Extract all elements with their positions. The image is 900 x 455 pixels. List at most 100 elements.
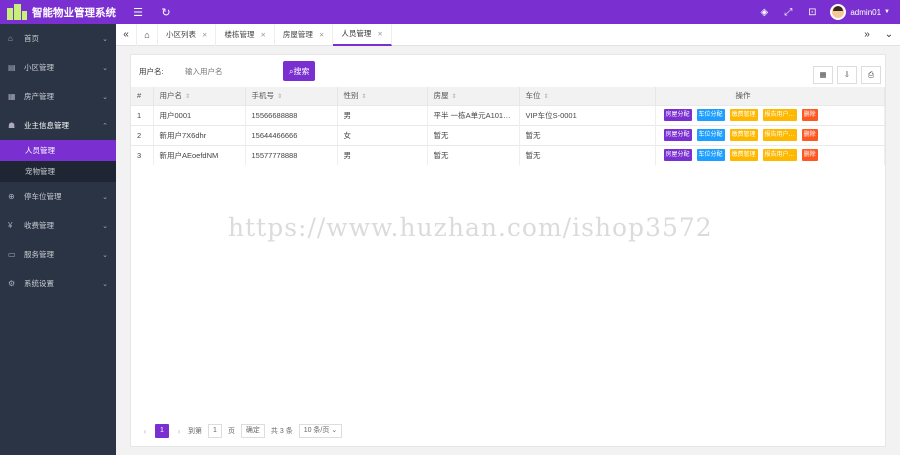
col-header-parking[interactable]: 车位 ⇕ [519,87,656,105]
chevron-down-icon: ⌄ [102,222,108,230]
next-page-icon[interactable]: › [173,427,185,436]
goto-confirm-button[interactable]: 确定 [240,424,265,438]
cell-parking: 暂无 [519,144,656,165]
sidebar-item-owner-info[interactable]: ☗ 业主信息管理 ⌃ [0,111,116,140]
col-header-username[interactable]: 用户名 ⇕ [153,87,246,105]
close-icon[interactable]: ✕ [260,31,265,39]
assign-parking-button[interactable]: 车位分配 [696,149,725,162]
page-size-label: 10 条/页 [303,427,330,434]
assign-parking-button[interactable]: 车位分配 [696,129,725,141]
export-icon[interactable]: ⇩ [837,66,857,84]
fee-management-button[interactable]: 缴费管理 [729,109,758,121]
gear-icon: ⚙ [8,279,16,288]
community-icon: ▤ [8,63,16,72]
sort-icon[interactable]: ⇕ [277,94,282,100]
sort-icon[interactable]: ⇕ [185,94,190,100]
tab-people[interactable]: 人员管理 ✕ [333,23,392,46]
cell-index: 1 [131,104,154,125]
user-group-icon: ☗ [8,121,16,130]
search-button-label: 搜索 [293,66,310,76]
caret-down-icon[interactable]: ▼ [884,9,890,15]
table-header-row: # 用户名 ⇕ 手机号 ⇕ 性别 ⇕ 房屋 ⇕ 车位 ⇕ 操作 [131,87,885,105]
chevron-down-icon[interactable]: ⌄ [878,29,900,40]
col-header-label: 房屋 [433,91,449,101]
col-header-house[interactable]: 房屋 ⇕ [427,87,520,105]
report-user-button[interactable]: 报告用户… [762,109,797,121]
sidebar-item-settings[interactable]: ⚙ 系统设置 ⌄ [0,269,116,298]
search-button[interactable]: ⌕搜索 [283,61,316,81]
assign-house-button[interactable]: 房屋分配 [663,129,692,141]
page-current[interactable]: 1 [155,424,169,438]
sidebar-item-pets[interactable]: 宠物管理 [0,161,116,182]
chevron-down-icon: ⌄ [102,280,108,288]
sidebar-item-fees[interactable]: ¥ 收费管理 ⌄ [0,211,116,240]
print-icon[interactable]: ⎙ [861,66,881,84]
sort-icon[interactable]: ⇕ [362,94,367,100]
sidebar: ⌂ 首页 ⌄ ▤ 小区管理 ⌄ ▦ 房产管理 ⌄ ☗ 业主信息管理 ⌃ 人员管理… [0,24,116,455]
col-header-index: # [131,87,154,105]
search-input[interactable] [177,61,279,81]
theme-icon[interactable]: ◈ [752,7,776,18]
avatar[interactable] [830,4,847,20]
cell-username: 用户0001 [153,104,246,125]
sidebar-item-parking[interactable]: ⊕ 停车位管理 ⌄ [0,182,116,211]
goto-page-input[interactable]: 1 [208,424,222,438]
table-toolbar: ▦ ⇩ ⎙ [809,66,881,84]
total-count: 共 3 条 [270,428,293,435]
assign-house-button[interactable]: 房屋分配 [663,149,692,162]
report-user-button[interactable]: 报告用户… [762,149,797,162]
col-header-gender[interactable]: 性别 ⇕ [337,87,428,105]
delete-button[interactable]: 删除 [801,149,818,162]
double-chevron-right-icon[interactable]: » [856,29,878,40]
page-size-select[interactable]: 10 条/页 ⌄ [298,424,343,438]
fee-management-button[interactable]: 缴费管理 [729,129,758,141]
menu-toggle-icon[interactable]: ☰ [124,6,152,19]
top-bar: 智能物业管理系统 ☰ ↻ ◈ ⤢ ⊡ admin01 ▼ [0,0,900,24]
delete-button[interactable]: 删除 [801,129,818,141]
assign-parking-button[interactable]: 车位分配 [696,109,725,121]
app-logo[interactable]: 智能物业管理系统 [0,3,116,21]
username[interactable]: admin01 [850,8,881,17]
assign-house-button[interactable]: 房屋分配 [663,109,692,121]
chevron-down-icon: ⌄ [331,427,338,434]
page-unit: 页 [227,428,235,435]
cell-house: 暂无 [427,144,520,165]
cell-house: 平半 一栋A单元A101… [427,104,520,125]
sidebar-item-community[interactable]: ▤ 小区管理 ⌄ [0,53,116,82]
cell-actions: 房屋分配 车位分配 缴费管理 报告用户… 删除 [655,104,885,125]
sidebar-item-label: 小区管理 [24,63,54,72]
fee-management-button[interactable]: 缴费管理 [729,149,758,162]
tab-house[interactable]: 房屋管理 ✕ [275,23,334,46]
report-user-button[interactable]: 报告用户… [762,129,797,141]
service-icon: ▭ [8,250,16,259]
chevron-down-icon: ⌄ [102,35,108,43]
col-header-label: 车位 [525,91,541,101]
delete-button[interactable]: 删除 [801,109,818,121]
cell-parking: VIP车位S-0001 [519,104,656,125]
refresh-icon[interactable]: ↻ [152,6,180,19]
col-header-phone[interactable]: 手机号 ⇕ [245,87,338,105]
close-icon[interactable]: ✕ [377,30,382,38]
prev-page-icon[interactable]: ‹ [139,427,151,436]
columns-filter-icon[interactable]: ▦ [813,66,833,84]
sidebar-item-label: 房产管理 [24,92,54,101]
lock-icon[interactable]: ⊡ [800,7,824,18]
home-tab-icon[interactable]: ⌂ [136,23,158,46]
close-icon[interactable]: ✕ [202,31,207,39]
tab-building[interactable]: 楼栋管理 ✕ [216,23,275,46]
col-header-actions: 操作 [655,87,885,105]
close-icon[interactable]: ✕ [319,31,324,39]
sidebar-item-home[interactable]: ⌂ 首页 ⌄ [0,24,116,53]
tab-community-list[interactable]: 小区列表 ✕ [158,23,217,46]
sidebar-item-service[interactable]: ▭ 服务管理 ⌄ [0,240,116,269]
fullscreen-icon[interactable]: ⤢ [776,7,800,18]
double-chevron-left-icon[interactable]: « [116,29,136,40]
app-title: 智能物业管理系统 [32,6,116,19]
sidebar-item-people[interactable]: 人员管理 [0,140,116,161]
tab-label: 小区列表 [166,30,196,39]
sort-icon[interactable]: ⇕ [544,94,549,100]
sort-icon[interactable]: ⇕ [452,94,457,100]
content-panel: 用户名: ⌕搜索 ▦ ⇩ ⎙ # 用户名⇕ 手机号⇕ 性别⇕ 房屋⇕ 车位⇕ 操… [130,54,886,447]
cell-house: 暂无 [427,124,520,145]
sidebar-item-property[interactable]: ▦ 房产管理 ⌄ [0,82,116,111]
